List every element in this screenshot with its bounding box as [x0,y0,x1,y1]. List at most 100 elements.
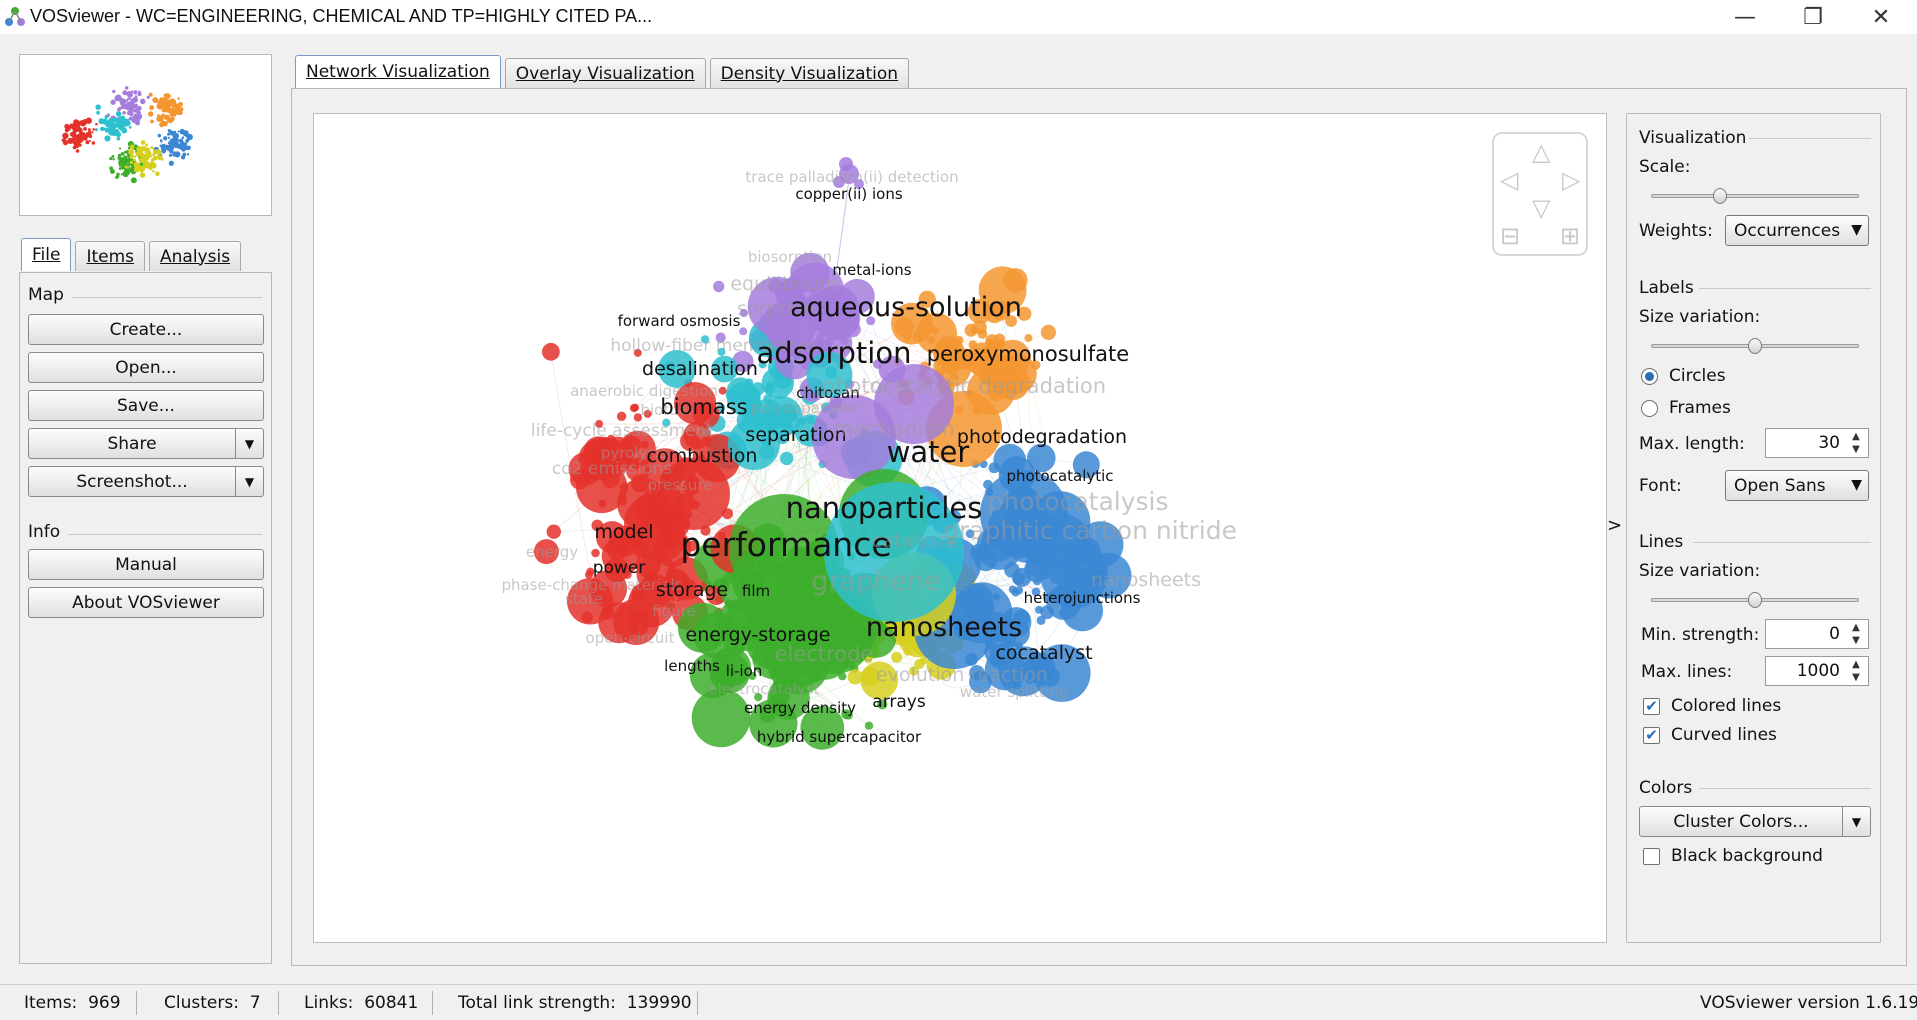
network-node-label[interactable]: electrocatalyst [708,680,819,698]
zoom-in-icon[interactable]: ⊞ [1560,224,1580,248]
network-node-orange[interactable] [1040,324,1056,340]
network-node-label[interactable]: biosorption [748,248,832,266]
min-strength-spinner[interactable]: 0 ▲ ▼ [1765,619,1869,649]
network-node-label[interactable]: storage [656,579,728,601]
colored-lines-checkbox[interactable]: ✔ [1643,698,1660,715]
network-node-label[interactable]: peroxymonosulfate [927,342,1129,366]
circles-radio[interactable] [1641,368,1658,385]
network-canvas[interactable]: trace palladium(ii) detection copper(ii) … [313,113,1607,943]
network-node-label[interactable]: energy [526,543,578,561]
network-node-yellow[interactable] [891,651,903,663]
network-node-label[interactable]: trace palladium(ii) detection [745,168,958,186]
network-node-label[interactable]: figure [652,602,696,620]
about-button[interactable]: About VOSviewer [28,587,264,618]
network-node-label[interactable]: biomass [660,395,747,419]
network-node-label[interactable]: photocatalytic degradation [822,374,1106,398]
network-node-red[interactable] [591,548,600,558]
network-node-label[interactable]: forward osmosis [618,312,741,330]
network-node-red[interactable] [629,404,638,413]
network-node-blue[interactable] [1011,588,1020,597]
lines-size-variation-slider[interactable] [1651,591,1859,609]
cluster-colors-button[interactable]: Cluster Colors... ▼ [1639,806,1871,837]
network-node-label[interactable]: model [594,521,653,543]
weights-select[interactable]: Occurrences ▼ [1725,215,1869,246]
network-node-label[interactable]: graphene [811,566,940,597]
tab-analysis[interactable]: Analysis [149,241,242,271]
network-node-label[interactable]: heterojunctions [1024,589,1141,607]
network-node-label[interactable]: hybrid supercapacitor [757,728,922,746]
network-node-label[interactable]: water splitting [960,683,1068,701]
network-node-label[interactable]: separation [745,424,846,446]
network-node-purple[interactable] [713,280,725,293]
labels-size-variation-slider[interactable] [1651,337,1859,355]
chevron-down-icon[interactable]: ▼ [1842,807,1870,836]
pan-up-icon[interactable]: △ [1532,140,1550,164]
network-node-label[interactable]: oil [695,423,713,441]
network-node-label[interactable]: copper(ii) ions [795,185,903,203]
network-node-label[interactable]: state [565,590,603,608]
network-node-label[interactable]: photocatalytic [1006,467,1113,485]
tab-file[interactable]: File [21,238,72,271]
curved-lines-checkbox[interactable]: ✔ [1643,727,1660,744]
network-node-label[interactable]: electrode [775,642,874,666]
network-node-red[interactable] [542,342,560,361]
tab-network-visualization[interactable]: Network Visualization [295,55,501,88]
font-select[interactable]: Open Sans ▼ [1725,470,1869,501]
network-node-label[interactable]: lengths [664,657,720,675]
network-node-label[interactable]: aqueous-solution [790,292,1022,323]
screenshot-button[interactable]: Screenshot... ▼ [28,466,264,497]
save-button[interactable]: Save... [28,390,264,421]
network-node-label[interactable]: pressure [648,476,713,494]
frames-radio[interactable] [1641,400,1658,417]
spinner-arrows-icon[interactable]: ▲ ▼ [1847,430,1865,456]
network-node-red[interactable] [546,524,561,539]
network-node-label[interactable]: desalination [642,358,758,380]
network-node-label[interactable]: power [593,558,646,578]
network-node-label[interactable]: nanosheets [1091,569,1201,591]
network-node-label[interactable]: photocatalysis [987,487,1168,516]
pan-left-icon[interactable]: ◁ [1500,168,1518,192]
network-node-label[interactable]: performance [680,525,891,564]
network-node-label[interactable]: li-ion [726,662,763,680]
network-node-label[interactable]: cocatalyst [995,642,1092,664]
tab-density-visualization[interactable]: Density Visualization [709,58,910,88]
manual-button[interactable]: Manual [28,549,264,580]
network-node-label[interactable]: water [887,435,970,469]
slider-thumb[interactable] [1748,338,1762,354]
network-node-label[interactable]: open-circuit [586,629,675,647]
network-graph[interactable]: trace palladium(ii) detectioncopper(ii) … [314,114,1607,943]
spinner-arrows-icon[interactable]: ▲ ▼ [1847,621,1865,647]
slider-thumb[interactable] [1748,592,1762,608]
network-node-label[interactable]: polydopamine [751,399,858,417]
network-node-red[interactable] [718,386,727,395]
network-node-label[interactable]: metal-ions [832,261,911,279]
collapse-panel-toggle[interactable]: > [1607,515,1622,536]
close-button[interactable]: ✕ [1852,0,1910,34]
network-node-red[interactable] [616,411,627,421]
slider-thumb[interactable] [1713,188,1727,204]
create-button[interactable]: Create... [28,314,264,345]
spinner-arrows-icon[interactable]: ▲ ▼ [1847,658,1865,684]
tab-overlay-visualization[interactable]: Overlay Visualization [504,58,706,88]
pan-down-icon[interactable]: ▽ [1532,196,1550,220]
pan-right-icon[interactable]: ▷ [1562,168,1580,192]
network-node-label[interactable]: photodegradation [957,426,1127,448]
zoom-pan-control[interactable]: △ ◁ ▷ ▽ ⊟ ⊞ [1492,132,1588,256]
zoom-out-icon[interactable]: ⊟ [1500,224,1520,248]
network-node-label[interactable]: energy density [744,699,856,717]
maximize-button[interactable]: ❐ [1784,0,1842,34]
chevron-down-icon[interactable]: ▼ [235,467,263,496]
max-lines-spinner[interactable]: 1000 ▲ ▼ [1765,656,1869,686]
open-button[interactable]: Open... [28,352,264,383]
overview-minimap[interactable] [19,54,272,216]
network-node-label[interactable]: catalysts [872,530,957,552]
black-background-checkbox[interactable] [1643,848,1660,865]
network-node-label[interactable]: graphitic carbon nitride [943,516,1237,545]
network-node-orange[interactable] [1024,334,1033,342]
network-node-label[interactable]: film [742,582,770,600]
chevron-down-icon[interactable]: ▼ [235,429,263,458]
tab-items[interactable]: Items [75,241,146,271]
network-node-label[interactable]: adsorption [757,336,912,370]
network-node-label[interactable]: life-cycle assessment [531,421,713,441]
network-node-cyan[interactable] [780,451,794,466]
